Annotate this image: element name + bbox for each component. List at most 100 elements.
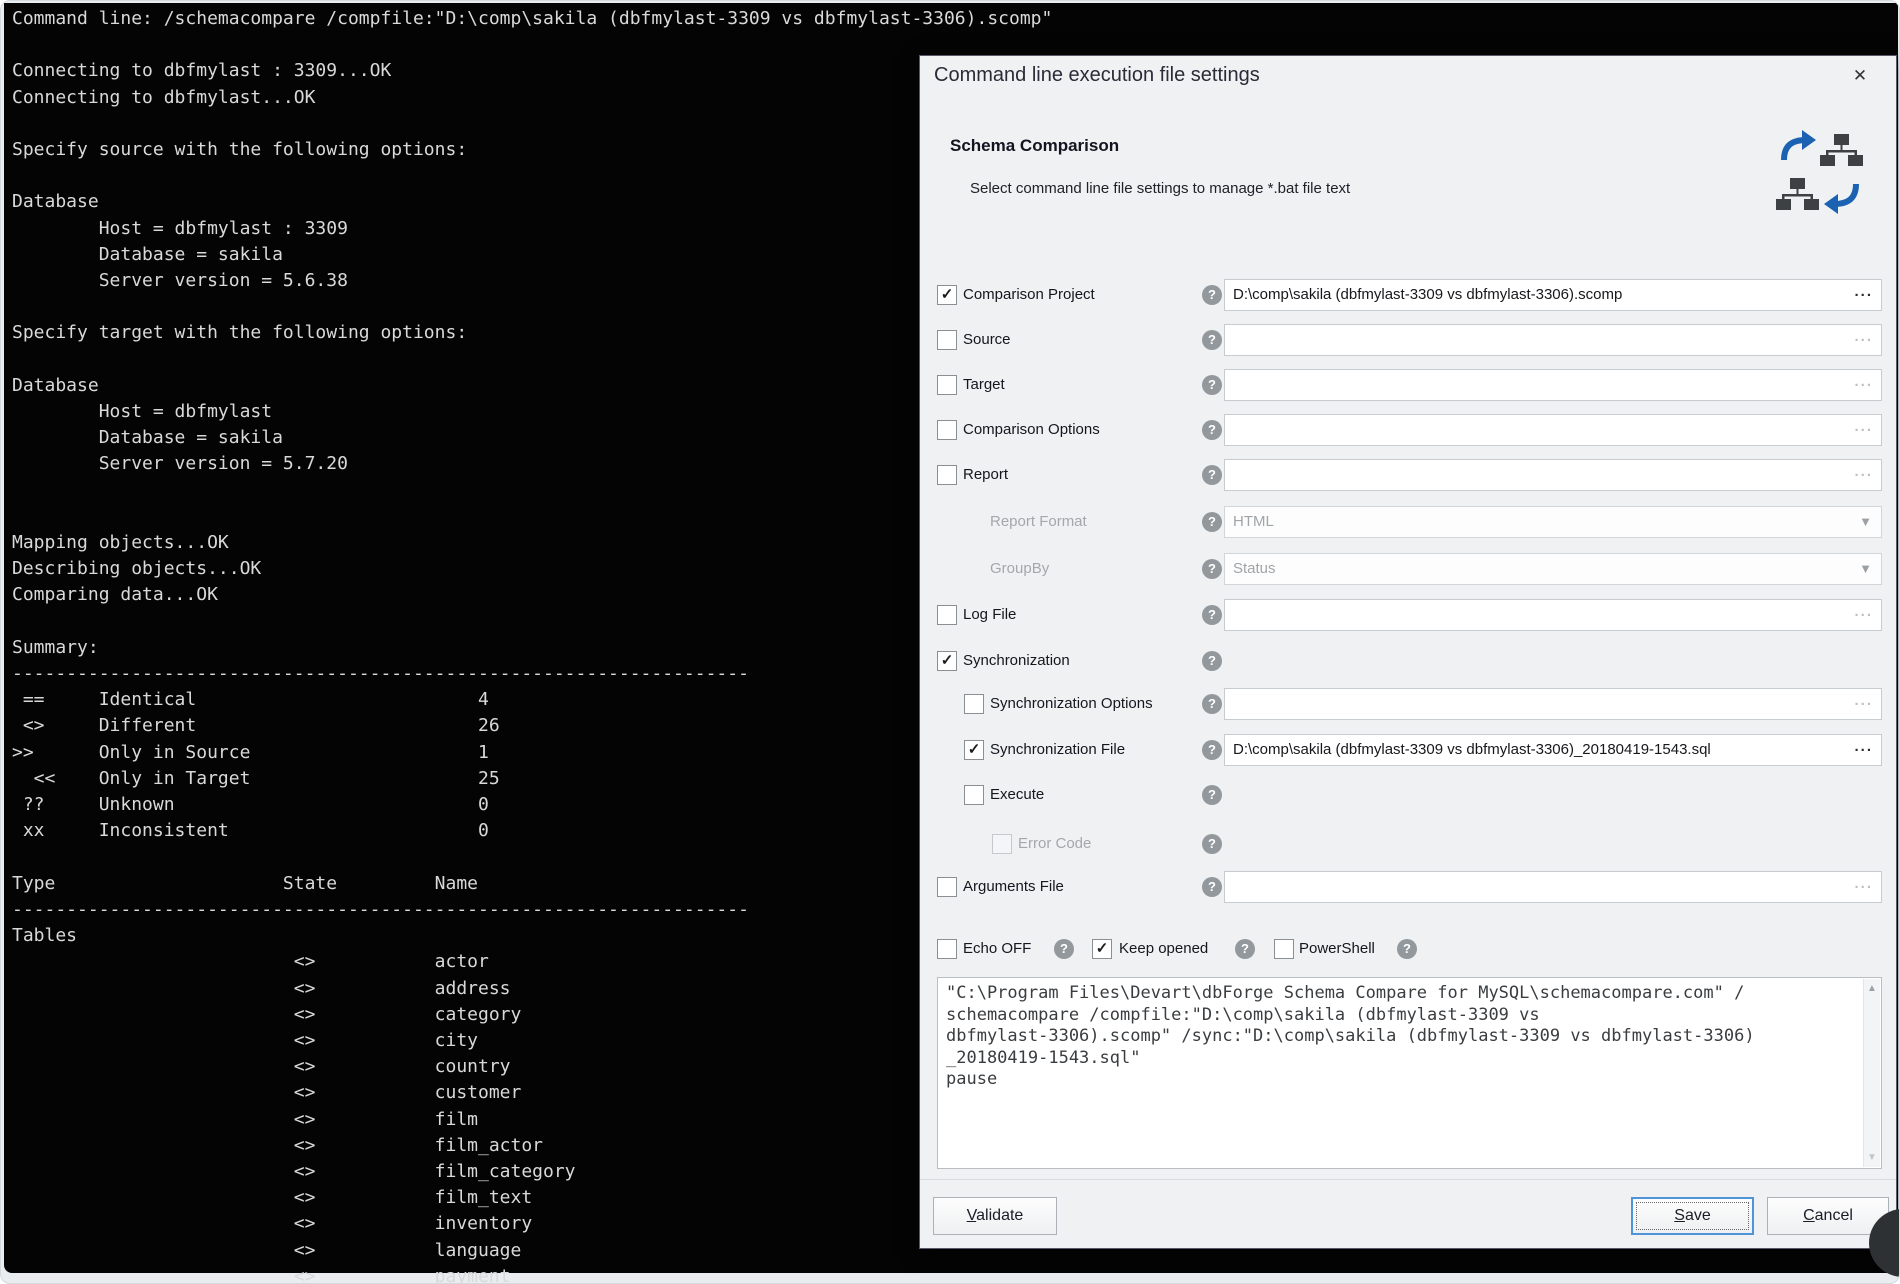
log-file-label: Log File	[963, 598, 1016, 632]
scroll-down-icon[interactable]	[1864, 1149, 1880, 1166]
source-checkbox[interactable]	[937, 330, 957, 350]
comparison-project-checkbox[interactable]: ✓	[937, 285, 957, 305]
browse-ellipsis-button	[1854, 412, 1873, 442]
row-execute: Execute ?	[920, 778, 1896, 812]
synchronization-checkbox[interactable]: ✓	[937, 651, 957, 671]
help-icon[interactable]: ?	[1202, 375, 1222, 395]
log-file-input[interactable]	[1224, 599, 1882, 631]
row-groupby: GroupBy ? Status	[920, 552, 1896, 586]
row-bat-options: Echo OFF ? ✓ Keep opened ? PowerShell ?	[920, 932, 1896, 966]
synchronization-file-label: Synchronization File	[990, 733, 1125, 767]
bat-file-text-area[interactable]: "C:\Program Files\Devart\dbForge Schema …	[937, 977, 1882, 1169]
arguments-file-checkbox[interactable]	[937, 877, 957, 897]
groupby-value: Status	[1233, 554, 1276, 584]
browse-ellipsis-button	[1854, 869, 1873, 899]
error-code-label: Error Code	[1018, 827, 1091, 861]
scrollbar[interactable]	[1863, 979, 1880, 1167]
help-icon[interactable]: ?	[1202, 785, 1222, 805]
row-report: Report ?	[920, 458, 1896, 492]
dialog-title: Command line execution file settings	[934, 64, 1260, 87]
help-icon[interactable]: ?	[1202, 559, 1222, 579]
synchronization-options-checkbox[interactable]	[964, 694, 984, 714]
save-button[interactable]: Save	[1631, 1197, 1754, 1235]
help-icon[interactable]: ?	[1202, 694, 1222, 714]
browse-ellipsis-button	[1854, 686, 1873, 716]
comparison-options-checkbox[interactable]	[937, 420, 957, 440]
comparison-options-input[interactable]	[1224, 414, 1882, 446]
keep-opened-checkbox[interactable]: ✓	[1092, 939, 1112, 959]
schema-comparison-heading: Schema Comparison	[950, 136, 1119, 156]
help-icon[interactable]: ?	[1235, 939, 1255, 959]
row-target: Target ?	[920, 368, 1896, 402]
row-synchronization-file: ✓ Synchronization File ? D:\comp\sakila …	[920, 733, 1896, 767]
report-label: Report	[963, 458, 1008, 492]
execute-label: Execute	[990, 778, 1044, 812]
keep-opened-label: Keep opened	[1119, 932, 1208, 966]
target-label: Target	[963, 368, 1005, 402]
report-format-label: Report Format	[990, 505, 1087, 539]
comparison-project-value: D:\comp\sakila (dbfmylast-3309 vs dbfmyl…	[1233, 280, 1622, 310]
arguments-file-input[interactable]	[1224, 871, 1882, 903]
schema-compare-icon	[1772, 126, 1868, 222]
row-log-file: Log File ?	[920, 598, 1896, 632]
help-icon[interactable]: ?	[1202, 651, 1222, 671]
screenshot-frame: Command line: /schemacompare /compfile:"…	[0, 0, 1900, 1284]
comparison-project-label: Comparison Project	[963, 278, 1095, 312]
target-checkbox[interactable]	[937, 375, 957, 395]
help-icon[interactable]: ?	[1202, 330, 1222, 350]
synchronization-file-input[interactable]: D:\comp\sakila (dbfmylast-3309 vs dbfmyl…	[1224, 734, 1882, 766]
help-icon[interactable]: ?	[1202, 740, 1222, 760]
help-icon[interactable]: ?	[1054, 939, 1074, 959]
help-icon[interactable]: ?	[1202, 420, 1222, 440]
log-file-checkbox[interactable]	[937, 605, 957, 625]
close-icon[interactable]	[1846, 62, 1874, 90]
source-label: Source	[963, 323, 1011, 357]
synchronization-label: Synchronization	[963, 644, 1070, 678]
groupby-dropdown: Status	[1224, 553, 1882, 585]
source-input[interactable]	[1224, 324, 1882, 356]
row-comparison-project: ✓ Comparison Project ? D:\comp\sakila (d…	[920, 278, 1896, 312]
scroll-up-icon[interactable]	[1864, 980, 1880, 997]
report-input[interactable]	[1224, 459, 1882, 491]
browse-ellipsis-button[interactable]	[1854, 277, 1873, 307]
validate-button[interactable]: Validate	[933, 1197, 1057, 1235]
row-source: Source ?	[920, 323, 1896, 357]
help-icon[interactable]: ?	[1202, 285, 1222, 305]
bat-file-text: "C:\Program Files\Devart\dbForge Schema …	[938, 978, 1881, 1096]
powershell-checkbox[interactable]	[1274, 939, 1294, 959]
help-icon[interactable]: ?	[1202, 465, 1222, 485]
browse-ellipsis-button	[1854, 597, 1873, 627]
row-arguments-file: Arguments File ?	[920, 870, 1896, 904]
report-format-dropdown: HTML	[1224, 506, 1882, 538]
help-icon[interactable]: ?	[1397, 939, 1417, 959]
chevron-down-icon	[1859, 507, 1872, 537]
report-format-value: HTML	[1233, 507, 1274, 537]
arguments-file-label: Arguments File	[963, 870, 1064, 904]
synchronization-file-checkbox[interactable]: ✓	[964, 740, 984, 760]
browse-ellipsis-button	[1854, 457, 1873, 487]
row-comparison-options: Comparison Options ?	[920, 413, 1896, 447]
dialog-subtitle: Select command line file settings to man…	[970, 180, 1350, 197]
comparison-project-input[interactable]: D:\comp\sakila (dbfmylast-3309 vs dbfmyl…	[1224, 279, 1882, 311]
comparison-options-label: Comparison Options	[963, 413, 1100, 447]
row-synchronization: ✓ Synchronization ?	[920, 644, 1896, 678]
powershell-label: PowerShell	[1299, 932, 1375, 966]
help-icon[interactable]: ?	[1202, 834, 1222, 854]
execute-checkbox[interactable]	[964, 785, 984, 805]
browse-ellipsis-button[interactable]	[1854, 732, 1873, 762]
target-input[interactable]	[1224, 369, 1882, 401]
help-icon[interactable]: ?	[1202, 512, 1222, 532]
browse-ellipsis-button	[1854, 367, 1873, 397]
footer-divider	[920, 1179, 1896, 1180]
row-error-code: Error Code ?	[920, 827, 1896, 861]
echo-off-checkbox[interactable]	[937, 939, 957, 959]
help-icon[interactable]: ?	[1202, 877, 1222, 897]
report-checkbox[interactable]	[937, 465, 957, 485]
error-code-checkbox	[992, 834, 1012, 854]
echo-off-label: Echo OFF	[963, 932, 1031, 966]
groupby-label: GroupBy	[990, 552, 1049, 586]
synchronization-options-input[interactable]	[1224, 688, 1882, 720]
row-synchronization-options: Synchronization Options ?	[920, 687, 1896, 721]
row-report-format: Report Format ? HTML	[920, 505, 1896, 539]
help-icon[interactable]: ?	[1202, 605, 1222, 625]
